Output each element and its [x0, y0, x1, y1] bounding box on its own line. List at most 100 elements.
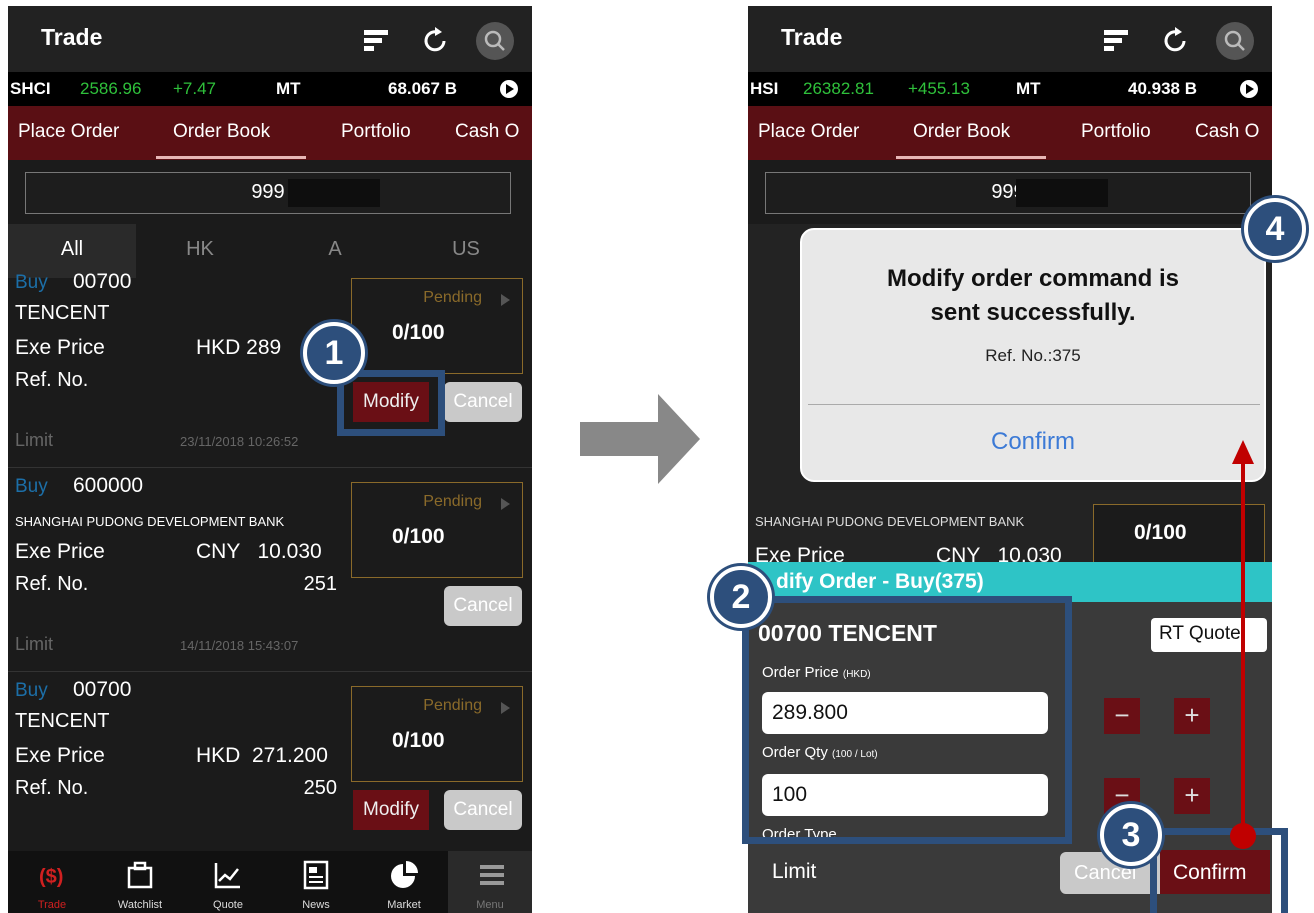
cancel-button[interactable]: Cancel — [444, 382, 522, 422]
tab-place-order[interactable]: Place Order — [18, 121, 119, 143]
ref-no-value: 251 — [303, 573, 337, 595]
order-type: Limit — [15, 430, 54, 450]
order-status-box[interactable]: Pending 0/100 — [351, 278, 523, 374]
page-title: Trade — [41, 24, 103, 50]
ref-no-label: Ref. No. — [15, 777, 89, 799]
success-alert-dialog: Modify order command is sent successfull… — [800, 228, 1266, 482]
ticker-change: +455.13 — [908, 79, 970, 98]
filled-qty: 0/100 — [392, 729, 445, 752]
alert-confirm-button[interactable]: Confirm — [802, 428, 1264, 456]
ref-no-value: 250 — [303, 777, 337, 799]
filled-qty: 0/100 — [392, 321, 445, 344]
search-icon[interactable] — [476, 22, 514, 60]
order-side: Buy — [15, 272, 48, 293]
tab-portfolio[interactable]: Portfolio — [341, 121, 411, 143]
tab-cash[interactable]: Cash O — [455, 121, 519, 143]
nav-market[interactable]: Market — [360, 851, 448, 913]
chart-line-icon — [214, 863, 240, 889]
exe-price-value: HKD 289 — [196, 336, 282, 359]
order-name: SHANGHAI PUDONG DEVELOPMENT BANK — [15, 514, 285, 529]
order-side: Buy — [15, 680, 48, 701]
alert-line-2: sent successfully. — [930, 299, 1136, 326]
sort-icon[interactable] — [356, 22, 394, 60]
account-selector[interactable]: 999 — [25, 172, 511, 214]
nav-menu[interactable]: Menu — [448, 851, 532, 913]
order-status-box[interactable]: Pending 0/100 — [351, 482, 523, 578]
left-phone-screen: Trade SHCI 2586.96 +7.47 MT 68.067 B Pla… — [8, 6, 532, 913]
order-row[interactable]: Buy 00700 TENCENT Exe Price HKD 271.200 … — [8, 672, 532, 852]
tab-cash[interactable]: Cash O — [1195, 121, 1259, 143]
svg-text:($): ($) — [39, 866, 63, 888]
red-up-arrow-icon — [1230, 440, 1256, 849]
briefcase-icon — [127, 861, 153, 889]
nav-label: Menu — [476, 899, 504, 911]
bottom-nav: ($) Trade Watchlist Quote News Market Me… — [8, 851, 532, 913]
sort-icon[interactable] — [1096, 22, 1134, 60]
cancel-button[interactable]: Cancel — [444, 790, 522, 830]
ticker-value: 2586.96 — [80, 79, 142, 98]
highlight-confirm-button — [1150, 828, 1288, 913]
transition-arrow-icon — [580, 394, 700, 484]
order-status-box[interactable]: Pending 0/100 — [351, 686, 523, 782]
order-code: 00700 — [73, 678, 132, 701]
tab-order-book[interactable]: Order Book — [173, 121, 270, 143]
play-icon[interactable] — [1240, 80, 1258, 98]
play-icon[interactable] — [500, 80, 518, 98]
nav-news[interactable]: News — [272, 851, 360, 913]
exe-price-label: Exe Price — [15, 744, 105, 767]
alert-line-1: Modify order command is — [886, 265, 1180, 292]
order-name: TENCENT — [15, 302, 110, 324]
ref-no-label: Ref. No. — [15, 573, 89, 595]
exe-price-label: Exe Price — [15, 336, 105, 359]
qty-increase-button[interactable]: + — [1174, 778, 1210, 814]
highlight-modify-button — [337, 370, 445, 436]
price-decrease-button[interactable]: − — [1104, 698, 1140, 734]
order-type: Limit — [15, 634, 54, 654]
nav-watchlist[interactable]: Watchlist — [96, 851, 184, 913]
title-bar: Trade — [8, 6, 532, 72]
alert-ref-no: Ref. No.:375 — [985, 346, 1081, 365]
expand-arrow-icon — [501, 498, 510, 510]
trade-tabs: Place Order Order Book Portfolio Cash O — [8, 106, 532, 160]
ticker-mt: MT — [1016, 79, 1041, 98]
order-row[interactable]: Buy 600000 SHANGHAI PUDONG DEVELOPMENT B… — [8, 468, 532, 672]
status-text: Pending — [423, 289, 482, 306]
newspaper-icon — [303, 860, 329, 890]
tab-order-book[interactable]: Order Book — [913, 121, 1010, 143]
tab-portfolio[interactable]: Portfolio — [1081, 121, 1151, 143]
alert-message: Modify order command is sent successfull… — [802, 262, 1264, 330]
step-marker-1: 1 — [303, 322, 365, 384]
order-name: SHANGHAI PUDONG DEVELOPMENT BANK — [755, 514, 1025, 529]
account-mask — [288, 179, 380, 207]
status-text: Pending — [423, 493, 482, 510]
active-tab-indicator — [156, 156, 306, 159]
nav-quote[interactable]: Quote — [184, 851, 272, 913]
order-type-value[interactable]: Limit — [772, 860, 816, 884]
active-tab-indicator — [896, 156, 1046, 159]
order-code: 600000 — [73, 474, 144, 497]
ticker-change: +7.47 — [173, 79, 217, 98]
step-marker-4: 4 — [1244, 198, 1306, 260]
order-row[interactable]: Buy 00700 TENCENT Exe Price HKD 289 Ref.… — [8, 264, 532, 468]
refresh-icon[interactable] — [1156, 22, 1194, 60]
cancel-button[interactable]: Cancel — [444, 586, 522, 626]
hamburger-menu-icon — [480, 865, 504, 885]
search-icon[interactable] — [1216, 22, 1254, 60]
order-time: 23/11/2018 10:26:52 — [180, 434, 299, 449]
ticker-mt: MT — [276, 79, 301, 98]
order-name: TENCENT — [15, 710, 110, 732]
title-bar: Trade — [748, 6, 1272, 72]
account-selector[interactable]: 999 — [765, 172, 1251, 214]
tab-place-order[interactable]: Place Order — [758, 121, 859, 143]
exe-price-value: CNY 10.030 — [196, 540, 322, 563]
modify-button[interactable]: Modify — [353, 790, 429, 830]
price-increase-button[interactable]: + — [1174, 698, 1210, 734]
nav-trade[interactable]: ($) Trade — [8, 851, 96, 913]
status-text: Pending — [423, 697, 482, 714]
ticker-value: 26382.81 — [803, 79, 874, 98]
trade-tabs: Place Order Order Book Portfolio Cash O — [748, 106, 1272, 160]
refresh-icon[interactable] — [416, 22, 454, 60]
ticker-index: SHCI — [10, 79, 51, 98]
exe-price-value: HKD 271.200 — [196, 744, 328, 767]
nav-label: Quote — [213, 899, 243, 911]
